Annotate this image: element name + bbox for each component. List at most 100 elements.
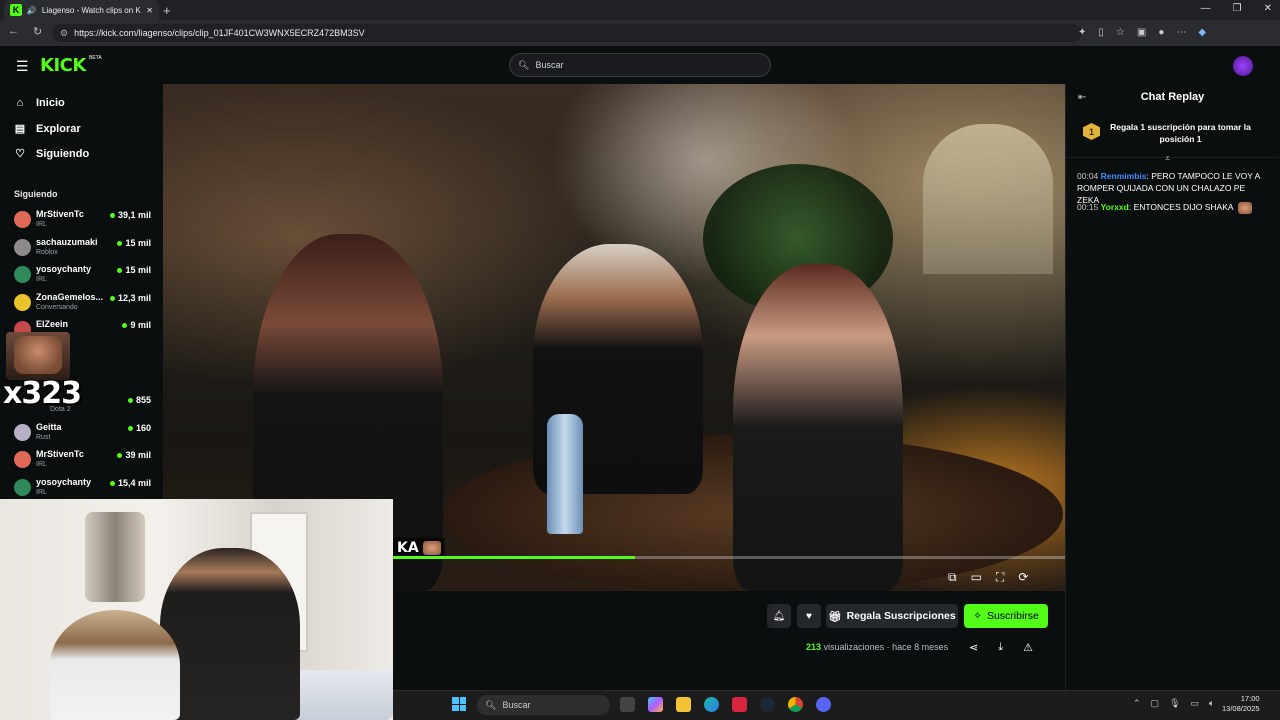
subscribe-button[interactable]: ✧ Suscribirse — [964, 604, 1048, 628]
pip-icon[interactable]: ⧉ — [948, 570, 957, 585]
clock-time: 17:00 — [1240, 694, 1260, 703]
sidebar-item-label: Siguiendo — [36, 147, 90, 160]
channel-category: Roblox — [36, 249, 58, 256]
message-text: : ENTONCES DIJO SHAKA — [1128, 202, 1234, 212]
split-icon[interactable]: ▯ — [1098, 27, 1104, 38]
channel-item[interactable]: sachauzumaki Roblox 15 mil — [14, 235, 154, 259]
hamburger-menu-icon[interactable]: ☰ — [16, 58, 29, 75]
refresh-icon[interactable]: ↻ — [33, 25, 42, 38]
app-red-icon[interactable] — [732, 697, 747, 712]
clip-tools: ⋖ ⤓ ⚠ — [969, 641, 1033, 654]
avatar — [14, 424, 31, 441]
back-icon[interactable]: ← — [8, 25, 19, 38]
avatar — [14, 479, 31, 496]
views-info: 213 visualizaciones · hace 8 meses — [806, 642, 949, 652]
chat-title: Chat Replay — [1140, 91, 1205, 103]
url-field[interactable]: ⚙ https://kick.com/liagenso/clips/clip_0… — [52, 24, 1082, 42]
subscribe-label: Suscribirse — [986, 610, 1039, 622]
site-info-icon[interactable]: ⚙ — [60, 28, 68, 39]
chrome-icon[interactable] — [788, 697, 803, 712]
channel-name: Geitta — [36, 422, 62, 432]
favorites-icon[interactable]: ☆ — [1116, 27, 1125, 38]
emote-multiplier: x323 — [3, 376, 82, 411]
new-tab-button[interactable]: + — [163, 3, 171, 18]
channel-item[interactable]: ZonaGemelos... Conversando 12,3 mil — [14, 290, 154, 314]
file-explorer-icon[interactable] — [676, 697, 691, 712]
kick-logo[interactable]: KICK — [40, 55, 86, 76]
edge-icon[interactable] — [704, 697, 719, 712]
channel-name: MrStivenTc — [36, 449, 84, 459]
views-count: 213 — [806, 642, 822, 652]
kick-favicon-icon: K — [10, 4, 22, 16]
fullscreen-icon[interactable]: ⛶ — [996, 570, 1004, 585]
live-dot-icon — [117, 268, 123, 274]
more-icon[interactable]: ⋯ — [1176, 27, 1186, 38]
views-label: visualizaciones — [823, 642, 885, 652]
user-avatar[interactable] — [1233, 56, 1253, 76]
channel-name: sachauzumaki — [36, 237, 98, 247]
message-time: 00:04 — [1077, 171, 1099, 181]
beta-badge: BETA — [89, 55, 102, 61]
notify-bell-button[interactable]: 🔔︎ — [767, 604, 791, 628]
copilot-app-icon[interactable] — [648, 697, 663, 712]
message-user[interactable]: Yorxxd — [1101, 202, 1129, 212]
sidebar-item-explorar[interactable]: ▤ Explorar — [14, 122, 81, 136]
channel-item[interactable]: MrStivenTc IRL 39,1 mil — [14, 207, 154, 231]
avatar — [14, 211, 31, 228]
close-window-icon[interactable]: ✕ — [1264, 3, 1272, 14]
browser-tab[interactable]: K 🔊 Liagenso - Watch clips on Ki ✕ — [4, 0, 159, 20]
mic-icon[interactable]: 🎙︎ — [1169, 698, 1180, 709]
avatar — [14, 294, 31, 311]
taskbar-search-placeholder: Buscar — [502, 700, 531, 710]
sidebar-item-label: Inicio — [36, 97, 65, 109]
replay-icon[interactable]: ⟳ — [1018, 570, 1028, 585]
discord-icon[interactable] — [816, 697, 831, 712]
theater-icon[interactable]: ▭ — [971, 570, 982, 585]
steam-icon[interactable] — [760, 697, 775, 712]
download-icon[interactable]: ⤓ — [998, 641, 1003, 654]
channel-category: Conversando — [36, 304, 78, 311]
display-icon[interactable]: ▭ — [1191, 698, 1200, 709]
taskbar-search[interactable]: 🔍︎ Buscar — [477, 695, 610, 715]
profile-icon[interactable]: ● — [1158, 27, 1164, 38]
tab-close-icon[interactable]: ✕ — [146, 6, 153, 15]
sidebar-item-label: Explorar — [36, 122, 81, 135]
channel-item[interactable]: Geitta Rust 160 — [14, 420, 154, 444]
chevron-up-icon[interactable]: ⌃ — [1133, 698, 1141, 709]
live-dot-icon — [109, 213, 115, 219]
sparkle-icon: ✧ — [973, 610, 982, 622]
sidebar-item-siguiendo[interactable]: ♡ Siguiendo — [14, 147, 90, 161]
minimize-icon[interactable]: — — [1201, 3, 1211, 14]
heart-icon: ♡ — [15, 148, 25, 160]
volume-icon[interactable]: 🔈︎ — [1209, 698, 1214, 709]
tray-app-icon[interactable]: ▢ — [1151, 698, 1160, 709]
channel-name: ElZeein — [36, 319, 69, 329]
channel-item[interactable]: yosoychanty IRL 15,4 mil — [14, 475, 154, 499]
message-user[interactable]: Renmimbis — [1101, 171, 1147, 181]
channel-item[interactable]: yosoychanty IRL 15 mil — [14, 262, 154, 286]
water-bottle — [547, 414, 583, 534]
share-icon[interactable]: ⋖ — [969, 641, 978, 654]
speaker-icon[interactable]: 🔊 — [27, 6, 37, 15]
start-icon[interactable] — [452, 697, 466, 711]
channel-category: IRL — [36, 276, 47, 283]
pinned-text: Regala 1 suscripción para tomar la posic… — [1110, 122, 1251, 144]
sidebar-item-inicio[interactable]: ⌂ Inicio — [14, 97, 65, 109]
search-placeholder: Buscar — [535, 60, 564, 70]
report-icon[interactable]: ⚠ — [1023, 641, 1033, 654]
collections-icon[interactable]: ▣ — [1137, 27, 1146, 38]
browser-tab-bar — [0, 0, 1280, 20]
task-view-icon[interactable] — [620, 697, 635, 712]
copilot-icon[interactable]: ◆ — [1198, 27, 1206, 38]
viewer-count: 15 mil — [117, 238, 151, 248]
viewer-count: 15,4 mil — [109, 478, 151, 488]
extensions-icon[interactable]: ✦ — [1078, 27, 1086, 38]
gift-subs-button[interactable]: 🎁︎ Regala Suscripciones — [826, 604, 958, 628]
follow-button[interactable]: ♥ — [797, 604, 821, 628]
chevron-down-icon[interactable]: ⩡ — [1165, 153, 1170, 164]
channel-item[interactable]: MrStivenTc IRL 39 mil — [14, 447, 154, 471]
maximize-icon[interactable]: ❐ — [1233, 3, 1242, 14]
search-input[interactable]: 🔍︎ Buscar — [509, 53, 771, 77]
taskbar-clock[interactable]: 17:00 13/08/2025 — [1222, 694, 1260, 714]
gift-label: Regala Suscripciones — [846, 610, 956, 622]
